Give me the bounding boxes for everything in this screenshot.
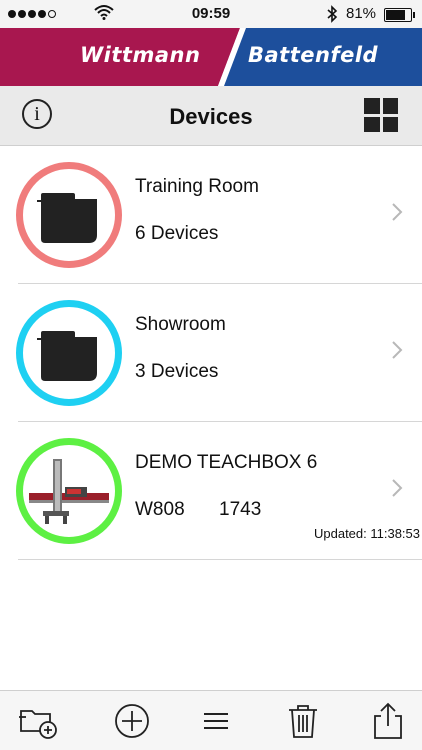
folder-icon bbox=[37, 331, 97, 381]
chevron-right-icon bbox=[392, 203, 403, 221]
row-divider bbox=[18, 559, 422, 560]
robot-image bbox=[29, 459, 109, 524]
status-bar: 09:59 81% bbox=[0, 0, 422, 28]
add-circle-icon[interactable] bbox=[112, 701, 152, 741]
menu-icon[interactable] bbox=[196, 701, 236, 741]
device-list-item-showroom[interactable]: Showroom 3 Devices bbox=[0, 284, 422, 422]
add-folder-icon[interactable] bbox=[18, 701, 58, 741]
device-ring bbox=[16, 300, 122, 406]
battery-level-fill bbox=[386, 10, 405, 20]
brand-logo-battenfeld: Battenfeld bbox=[248, 43, 379, 67]
device-count: 6 Devices bbox=[135, 223, 219, 244]
device-title: Showroom bbox=[135, 314, 226, 335]
device-model: W808 bbox=[135, 499, 185, 520]
bottom-toolbar bbox=[0, 690, 422, 750]
chevron-right-icon bbox=[392, 479, 403, 497]
battery-icon bbox=[384, 8, 415, 22]
chevron-right-icon bbox=[392, 341, 403, 359]
share-icon[interactable] bbox=[368, 701, 408, 741]
device-ring bbox=[16, 162, 122, 268]
grid-icon[interactable] bbox=[364, 98, 398, 132]
brand-logo-wittmann: Wittmann bbox=[80, 43, 201, 67]
brand-banner: Wittmann Battenfeld bbox=[0, 28, 422, 86]
device-list-item-demo-teachbox[interactable]: DEMO TEACHBOX 6 W808 1743 Updated: 11:38… bbox=[0, 422, 422, 560]
folder-icon bbox=[37, 193, 97, 243]
page-title: Devices bbox=[169, 104, 253, 129]
battery-percent: 81% bbox=[346, 5, 377, 22]
device-title: Training Room bbox=[135, 176, 259, 197]
device-serial: 1743 bbox=[219, 499, 262, 520]
device-ring bbox=[16, 438, 122, 544]
trash-icon[interactable] bbox=[283, 701, 323, 741]
updated-timestamp: Updated: 11:38:53 bbox=[313, 526, 420, 541]
bluetooth-icon bbox=[327, 5, 338, 23]
nav-header: i Devices bbox=[0, 86, 422, 146]
device-count: 3 Devices bbox=[135, 361, 219, 382]
device-title: DEMO TEACHBOX 6 bbox=[135, 452, 318, 473]
device-list-item-training-room[interactable]: Training Room 6 Devices bbox=[0, 146, 422, 284]
